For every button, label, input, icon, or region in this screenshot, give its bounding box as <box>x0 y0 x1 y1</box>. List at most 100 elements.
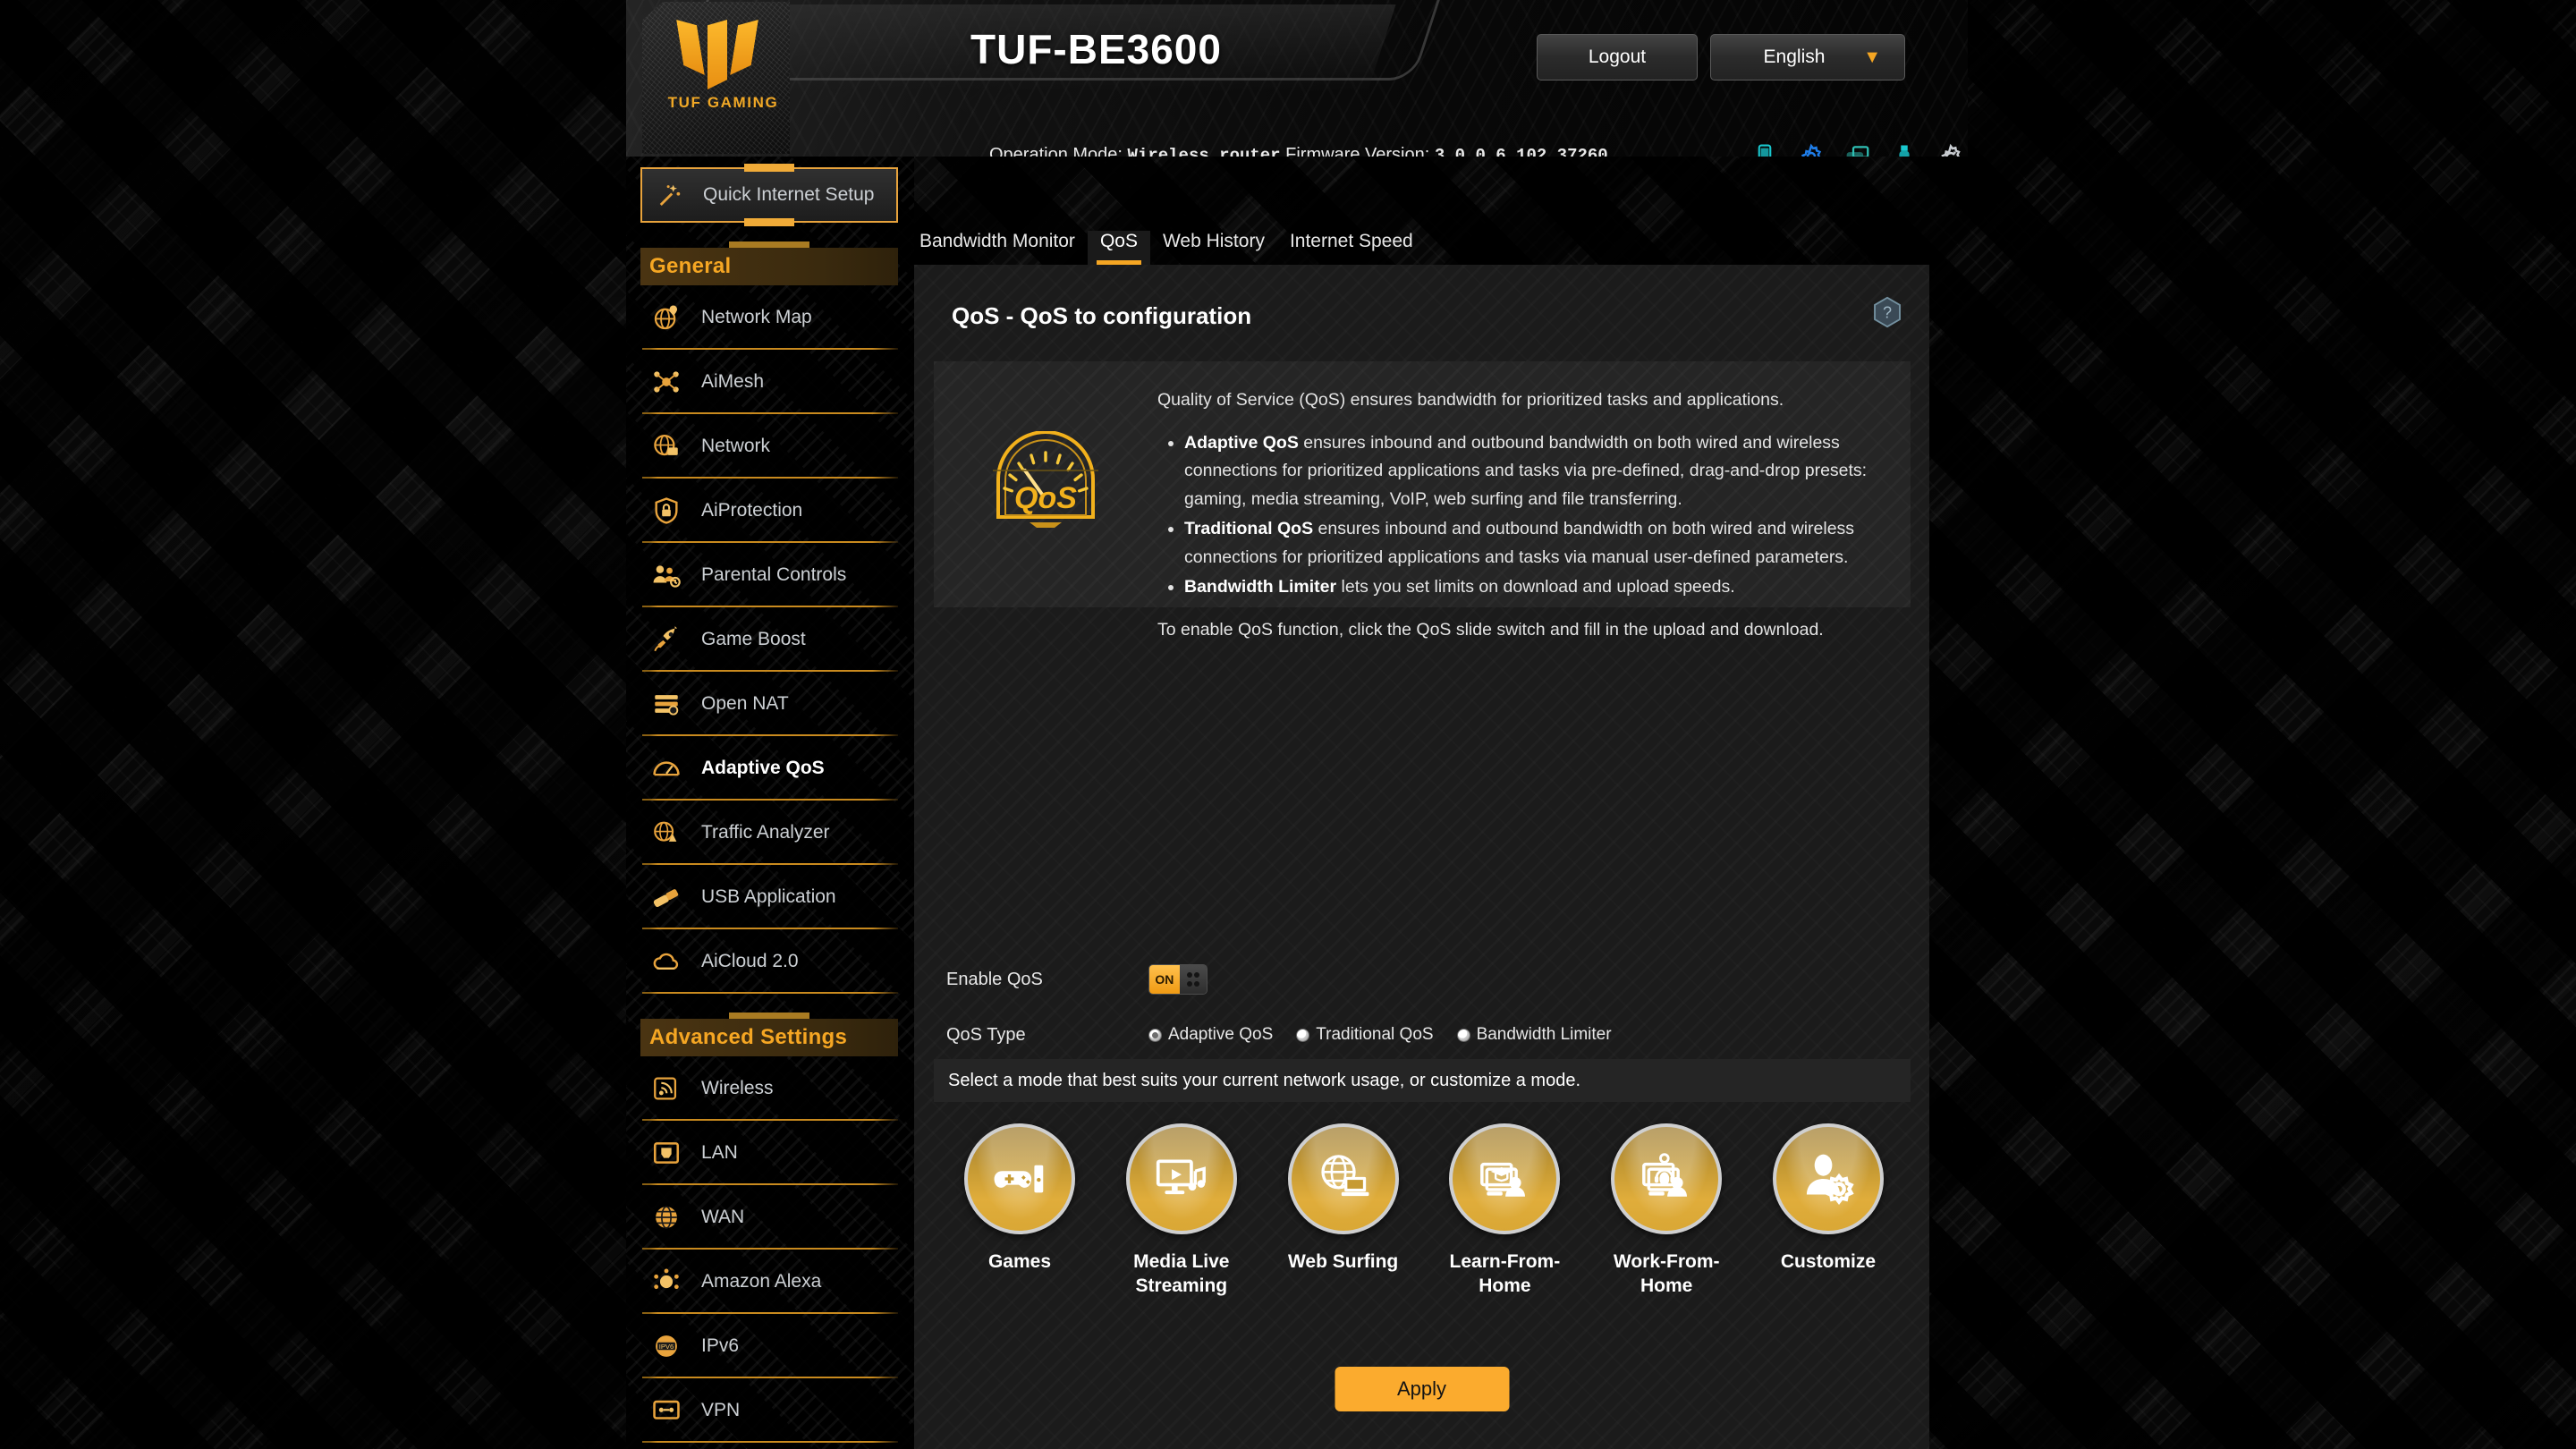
enable-qos-label: Enable QoS <box>946 969 1043 989</box>
open-nat-icon <box>655 695 679 716</box>
mode-circle <box>1287 1123 1399 1234</box>
sidebar-item-wireless[interactable]: Wireless <box>640 1056 898 1121</box>
mode-circle <box>964 1123 1075 1234</box>
sidebar-item-lan[interactable]: LAN <box>640 1121 898 1185</box>
page-header: TUF GAMING TUF-BE3600 Logout English ▼ O… <box>626 0 1968 157</box>
bullet-term: Bandwidth Limiter <box>1184 577 1337 597</box>
apply-button[interactable]: Apply <box>1335 1367 1509 1411</box>
reboot-gear-icon[interactable] <box>1937 143 1964 157</box>
parental-controls-icon <box>653 565 681 588</box>
sidebar-item-label: Open NAT <box>701 693 789 714</box>
sidebar-item-label: Game Boost <box>701 629 806 649</box>
operation-mode-prefix: Operation Mode: <box>989 145 1123 157</box>
enable-qos-row: Enable QoS ON <box>934 953 1208 1005</box>
mode-learn-from-home[interactable]: Learn-From-Home <box>1435 1123 1574 1299</box>
description-bullets: Adaptive QoS ensures inbound and outboun… <box>1184 429 1884 602</box>
description-footer: To enable QoS function, click the QoS sl… <box>1157 620 1824 640</box>
tab-qos[interactable]: QoS <box>1087 231 1150 265</box>
tab-web-history[interactable]: Web History <box>1150 231 1277 265</box>
logout-button[interactable]: Logout <box>1537 34 1698 80</box>
sidebar-item-aiprotection[interactable]: AiProtection <box>640 479 898 543</box>
sidebar-item-network[interactable]: Network <box>640 414 898 479</box>
sidebar-item-network-map[interactable]: Network Map <box>640 285 898 350</box>
brand-logo: TUF GAMING <box>626 0 796 157</box>
quick-internet-setup-button[interactable]: Quick Internet Setup <box>640 167 898 223</box>
sidebar-item-traffic-analyzer[interactable]: Traffic Analyzer <box>640 801 898 865</box>
mode-media-live-streaming[interactable]: Media Live Streaming <box>1112 1123 1251 1299</box>
sidebar-item-game-boost[interactable]: Game Boost <box>640 607 898 672</box>
sidebar-item-label: Adaptive QoS <box>701 758 825 778</box>
router-admin-page: TUF GAMING TUF-BE3600 Logout English ▼ O… <box>0 0 2576 1449</box>
tab-bandwidth-monitor[interactable]: Bandwidth Monitor <box>914 231 1088 265</box>
operation-mode-line: Operation Mode: Wireless router Firmware… <box>989 145 1608 157</box>
tab-label: QoS <box>1099 231 1138 251</box>
mode-hint-bar: Select a mode that best suits your curre… <box>934 1059 1911 1102</box>
operation-mode-value[interactable]: Wireless router <box>1128 146 1281 157</box>
qos-speedometer-logo: QoS <box>993 431 1098 528</box>
sidebar-item-usb-application[interactable]: USB Application <box>640 865 898 929</box>
sidebar-item-label: AiCloud 2.0 <box>701 951 799 971</box>
shield-lock-icon <box>655 497 678 524</box>
bullet-term: Traditional QoS <box>1184 519 1314 539</box>
language-selector[interactable]: English ▼ <box>1710 34 1905 80</box>
tab-label: Web History <box>1162 231 1265 251</box>
bullet-traditional-qos: Traditional QoS ensures inbound and outb… <box>1184 515 1884 572</box>
svg-text:IPV6: IPV6 <box>659 1343 674 1351</box>
settings-gear-icon[interactable] <box>1798 143 1825 157</box>
mode-hint-text: Select a mode that best suits your curre… <box>948 1070 1581 1090</box>
sidebar-item-wan[interactable]: WAN <box>640 1185 898 1250</box>
radio-bandwidth-limiter[interactable]: Bandwidth Limiter <box>1456 1025 1612 1045</box>
radio-label: Traditional QoS <box>1316 1025 1434 1044</box>
amazon-alexa-icon <box>654 1268 679 1290</box>
qos-type-label: QoS Type <box>946 1024 1026 1045</box>
mode-web-surfing[interactable]: Web Surfing <box>1274 1123 1413 1299</box>
rocket-icon <box>654 626 678 652</box>
mode-work-from-home[interactable]: Work-From-Home <box>1597 1123 1736 1299</box>
bullet-adaptive-qos: Adaptive QoS ensures inbound and outboun… <box>1184 429 1884 514</box>
usb-drive-icon[interactable] <box>1891 143 1918 157</box>
sidebar-item-aicloud[interactable]: AiCloud 2.0 <box>640 929 898 994</box>
qos-type-radio-group: Adaptive QoS Traditional QoS Bandwidth L… <box>1148 1025 1612 1045</box>
help-question-icon[interactable]: ? <box>1870 295 1904 329</box>
mode-label: Work-From-Home <box>1613 1251 1720 1296</box>
radio-adaptive-qos[interactable]: Adaptive QoS <box>1148 1025 1273 1045</box>
enable-qos-toggle[interactable]: ON <box>1148 964 1208 995</box>
sidebar-item-amazon-alexa[interactable]: Amazon Alexa <box>640 1250 898 1314</box>
left-navigation: Quick Internet Setup General Network Map <box>626 157 914 1449</box>
mode-games[interactable]: Games <box>950 1123 1089 1299</box>
mode-customize[interactable]: Customize <box>1758 1123 1898 1299</box>
wireless-icon <box>654 1077 677 1100</box>
network-clone-icon[interactable] <box>1844 143 1871 157</box>
firmware-version-value[interactable]: 3.0.0.6.102_37260 <box>1435 146 1608 157</box>
toggle-state-label: ON <box>1149 965 1180 994</box>
sidebar-item-open-nat[interactable]: Open NAT <box>640 672 898 736</box>
mode-label: Learn-From-Home <box>1449 1251 1561 1296</box>
gamepad-console-icon <box>994 1165 1044 1193</box>
person-gear-icon <box>1806 1154 1854 1206</box>
sidebar-item-aimesh[interactable]: AiMesh <box>640 350 898 414</box>
sidebar-item-ipv6[interactable]: IPV6 IPv6 <box>640 1314 898 1378</box>
vpn-icon <box>653 1400 680 1419</box>
mode-circle <box>1125 1123 1237 1234</box>
quick-setup-label: Quick Internet Setup <box>703 184 875 205</box>
mode-circle <box>1611 1123 1723 1234</box>
radio-traditional-qos[interactable]: Traditional QoS <box>1296 1025 1434 1045</box>
content-tabs: Bandwidth Monitor QoS Web History Intern… <box>914 213 1426 265</box>
tab-label: Internet Speed <box>1289 231 1413 251</box>
tab-internet-speed[interactable]: Internet Speed <box>1277 231 1426 265</box>
monitor-play-music-icon <box>1156 1159 1206 1195</box>
mode-circle <box>1772 1123 1884 1234</box>
sidebar-item-label: AiProtection <box>701 500 803 521</box>
sidebar-item-vpn[interactable]: VPN <box>640 1378 898 1443</box>
traffic-analyzer-icon <box>654 821 677 842</box>
svg-text:QoS: QoS <box>1014 481 1077 515</box>
sidebar-item-adaptive-qos[interactable]: Adaptive QoS <box>640 736 898 801</box>
tuf-gaming-icon <box>677 20 767 89</box>
ipv6-icon: IPV6 <box>656 1335 677 1357</box>
sidebar-item-label: WAN <box>701 1207 745 1227</box>
mobile-app-icon[interactable] <box>1751 143 1778 157</box>
sidebar-item-parental-controls[interactable]: Parental Controls <box>640 543 898 607</box>
section-title: General <box>649 254 732 278</box>
section-header-advanced-settings: Advanced Settings <box>640 1019 898 1056</box>
mode-label: Games <box>987 1251 1052 1272</box>
